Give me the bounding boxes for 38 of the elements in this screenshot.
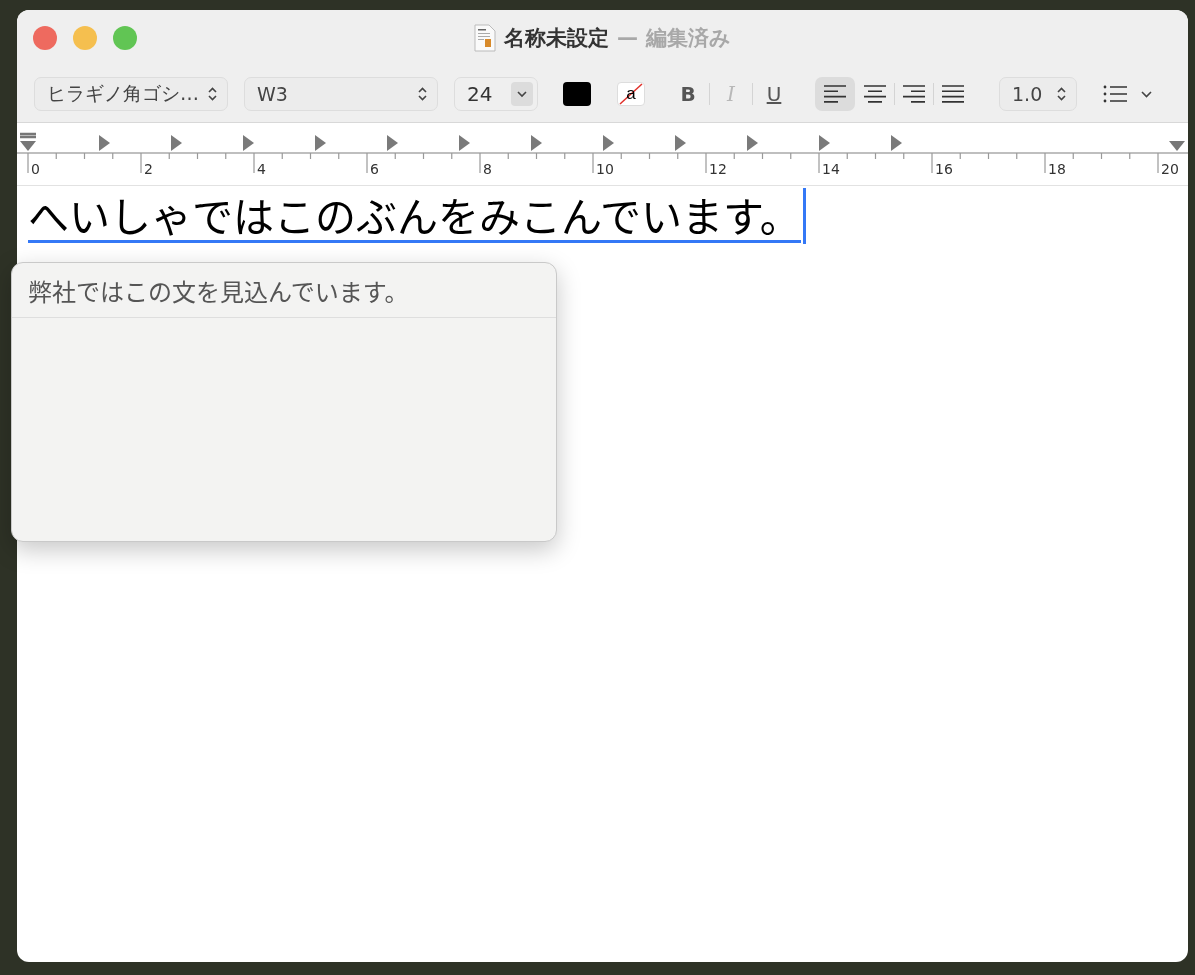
ruler-label: 2 xyxy=(144,161,154,177)
text-color-well[interactable] xyxy=(563,82,591,106)
text-cursor xyxy=(802,188,806,244)
align-center-icon xyxy=(864,85,886,103)
font-family-popup[interactable]: ヒラギノ角ゴシ… xyxy=(34,77,228,111)
chevron-down-icon xyxy=(1141,90,1152,98)
ruler-label: 0 xyxy=(31,161,41,177)
ruler-label: 12 xyxy=(709,161,728,177)
ruler-label: 8 xyxy=(483,161,493,177)
ruler-label: 20 xyxy=(1161,161,1180,177)
document-text: へいしゃではこのぶんをみこんでいます。 xyxy=(28,190,801,243)
close-button[interactable] xyxy=(33,26,57,50)
bold-button[interactable]: B xyxy=(673,78,703,110)
list-style-button[interactable] xyxy=(1103,85,1152,103)
window-title: 名称未設定 xyxy=(504,25,609,52)
ruler-label: 6 xyxy=(370,161,380,177)
ruler-label: 16 xyxy=(935,161,954,177)
chevron-down-icon xyxy=(517,90,527,98)
font-weight-popup[interactable]: W3 xyxy=(244,77,438,111)
ruler-label: 4 xyxy=(257,161,267,177)
stepper-icon xyxy=(208,87,217,101)
document-icon xyxy=(474,24,496,52)
underline-button[interactable]: U xyxy=(759,78,789,110)
font-size-combo[interactable]: 24 xyxy=(454,77,538,111)
edited-status: 編集済み xyxy=(646,25,731,52)
ruler-label: 10 xyxy=(596,161,615,177)
align-left-icon xyxy=(824,85,846,103)
title-separator: — xyxy=(617,26,638,50)
stepper-icon xyxy=(1057,87,1066,101)
align-justify-icon xyxy=(942,85,964,103)
ruler-label: 18 xyxy=(1048,161,1067,177)
candidate-item[interactable]: 弊社ではこの文を見込んでいます。 xyxy=(12,263,556,318)
stepper-icon xyxy=(418,87,427,101)
line-spacing-popup[interactable]: 1.0 xyxy=(999,77,1077,111)
ruler-label: 14 xyxy=(822,161,841,177)
list-icon xyxy=(1103,85,1127,103)
align-right-icon xyxy=(903,85,925,103)
align-left-button[interactable] xyxy=(815,77,855,111)
